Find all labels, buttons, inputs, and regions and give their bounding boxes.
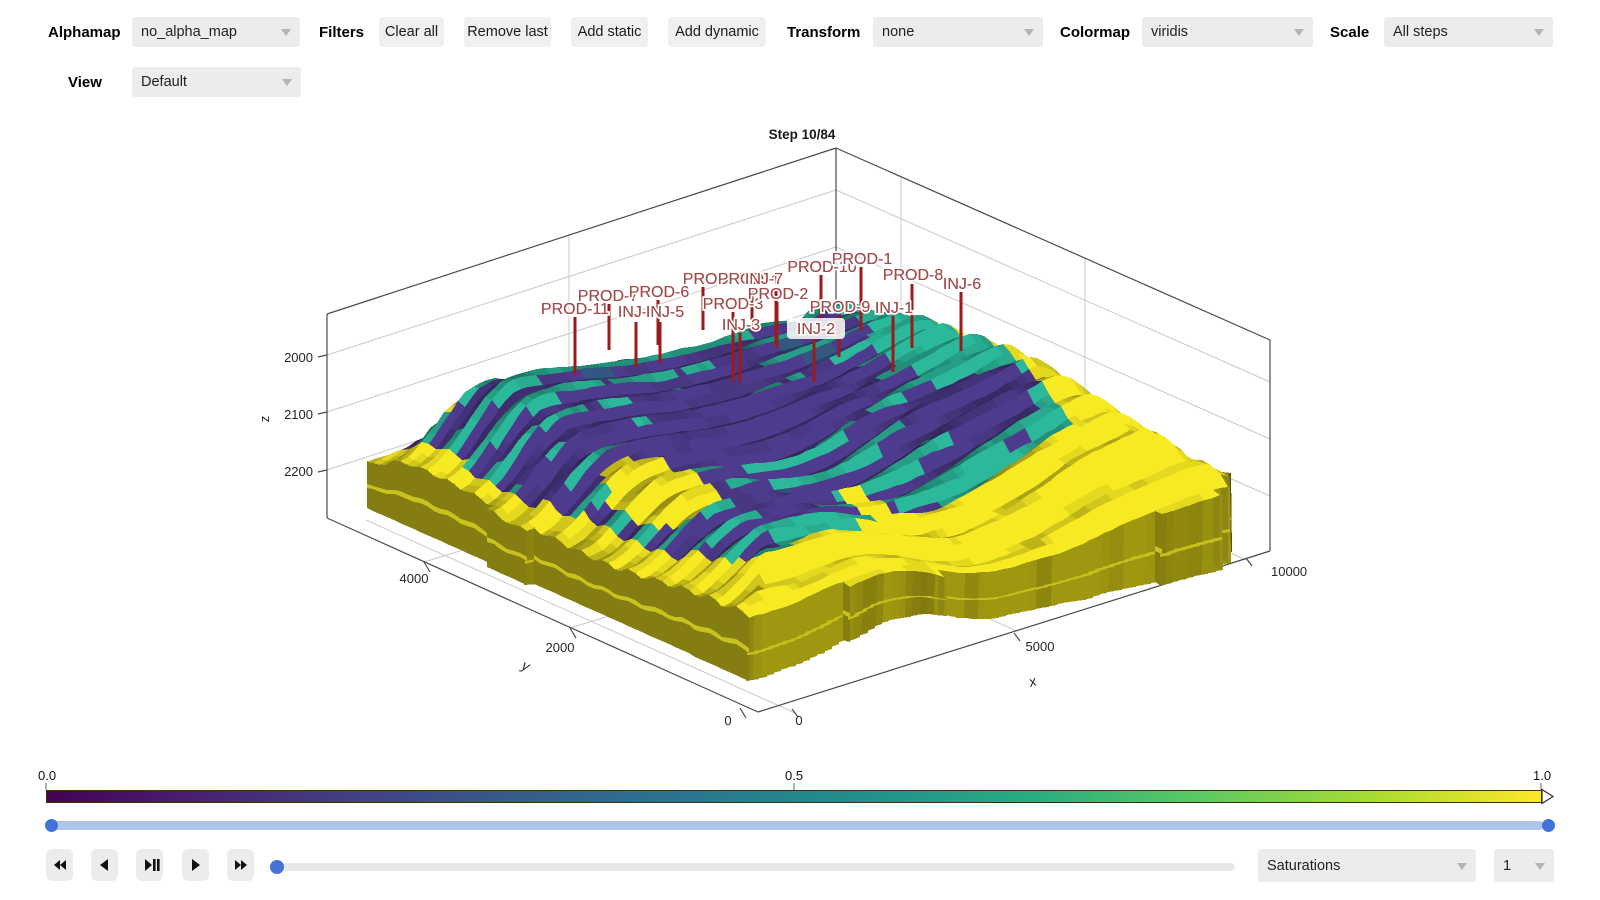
svg-text:0: 0 [795, 713, 802, 728]
svg-text:INJ-5: INJ-5 [646, 304, 684, 321]
svg-text:PROD-1: PROD-1 [832, 251, 893, 268]
svg-text:INJ-3: INJ-3 [722, 317, 760, 334]
svg-text:10000: 10000 [1271, 564, 1307, 579]
svg-text:PROD-6: PROD-6 [629, 284, 690, 301]
svg-text:PROD-9: PROD-9 [810, 299, 871, 316]
svg-text:2000: 2000 [546, 640, 575, 655]
svg-text:Step 10/84: Step 10/84 [769, 127, 836, 142]
svg-text:5000: 5000 [1026, 639, 1055, 654]
svg-text:y: y [519, 656, 534, 674]
svg-text:2200: 2200 [284, 464, 313, 479]
svg-text:z: z [257, 416, 272, 423]
svg-text:4000: 4000 [400, 571, 429, 586]
svg-text:INJ-2: INJ-2 [797, 321, 835, 338]
svg-text:INJ-1: INJ-1 [875, 300, 913, 317]
svg-text:INJ-6: INJ-6 [943, 276, 981, 293]
svg-text:0: 0 [724, 713, 731, 728]
svg-text:PROD-2: PROD-2 [748, 286, 809, 303]
svg-text:2100: 2100 [284, 407, 313, 422]
svg-text:x: x [1026, 672, 1039, 690]
svg-text:PROD-8: PROD-8 [883, 267, 944, 284]
svg-text:2000: 2000 [284, 350, 313, 365]
